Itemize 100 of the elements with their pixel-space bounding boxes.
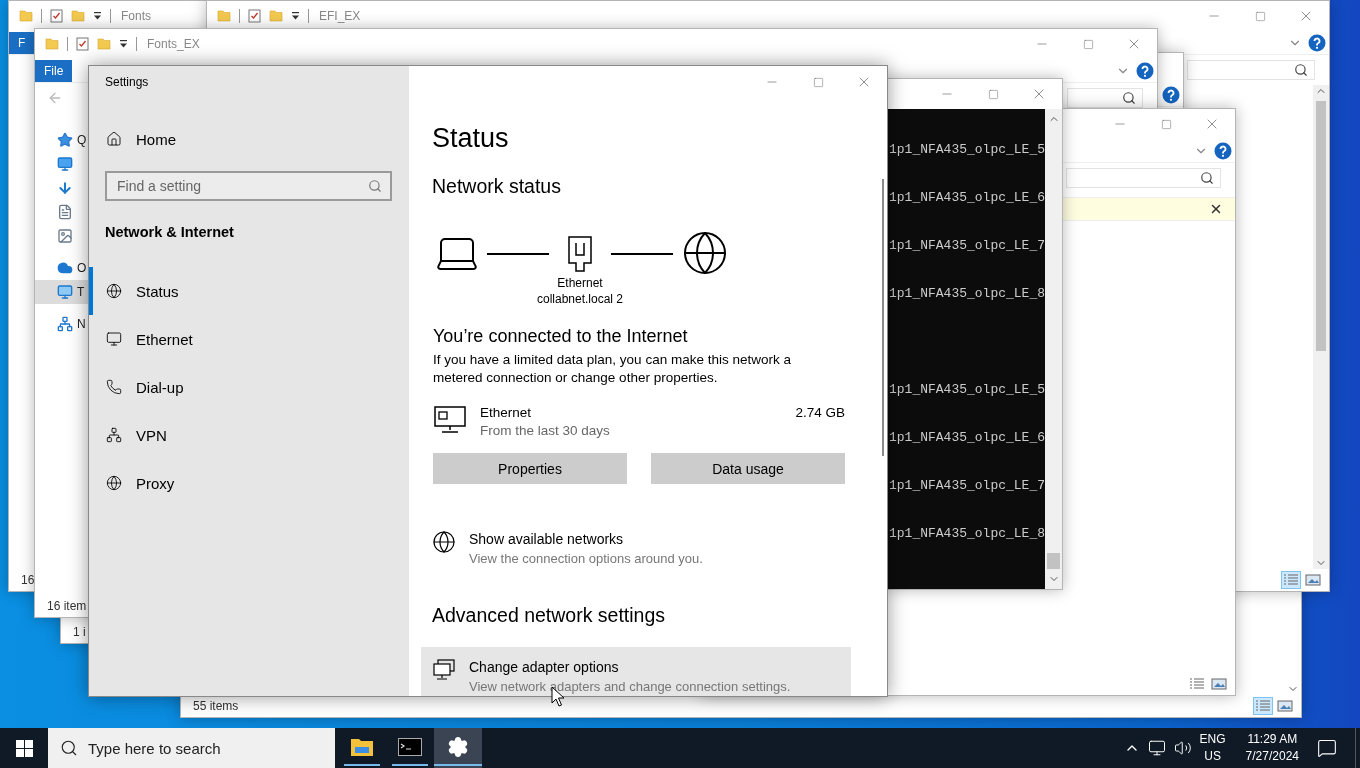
pc-icon	[57, 284, 73, 300]
link-subtitle: View network adapters and change connection settings.	[469, 678, 791, 696]
console-line: 1p1_NFA435_olpc_LE_6	[889, 429, 1045, 447]
folder-icon[interactable]	[217, 9, 231, 23]
scroll-bar[interactable]	[1045, 109, 1062, 589]
thumbnails-view-button[interactable]	[1275, 697, 1295, 715]
scroll-bar[interactable]	[1313, 85, 1329, 569]
network-icon	[57, 316, 73, 332]
nav-item[interactable]: N	[35, 312, 89, 336]
link-subtitle: View the connection options around you.	[469, 550, 703, 568]
thumbnail-image-icon	[1277, 699, 1293, 713]
search-field[interactable]	[1187, 60, 1315, 80]
file-tab[interactable]: File	[35, 59, 73, 82]
details-view-button[interactable]	[1281, 571, 1301, 589]
star-icon	[57, 132, 73, 148]
window-title: Fonts_EX	[147, 37, 200, 51]
thumbnail-image-icon	[1305, 573, 1321, 587]
action-button[interactable]: Properties	[433, 453, 627, 484]
customize-caret-icon[interactable]	[93, 11, 102, 21]
globe-icon	[432, 530, 456, 554]
settings-gear-icon	[447, 736, 469, 758]
taskbar-search-field[interactable]: Type here to search	[48, 728, 335, 768]
search-icon	[368, 179, 382, 193]
section-heading: Network status	[432, 174, 561, 199]
window-title: EFI_EX	[319, 9, 361, 23]
properties-icon[interactable]	[248, 9, 261, 23]
nav-label: O	[77, 261, 87, 275]
search-icon	[1122, 91, 1136, 105]
window-title: Fonts	[121, 9, 151, 23]
language-indicator[interactable]: ENG US	[1199, 731, 1226, 765]
nav-item[interactable]: Ethernet	[89, 315, 409, 363]
ethernet-monitor-icon	[434, 404, 468, 434]
connection-line	[487, 253, 549, 255]
picture-icon	[57, 228, 73, 244]
console-line: 1p1_NFA435_olpc_LE_7	[889, 237, 1045, 255]
nav-item[interactable]: Dial-up	[89, 363, 409, 411]
scroll-thumb[interactable]	[1316, 101, 1326, 351]
search-field[interactable]	[1067, 88, 1143, 108]
customize-caret-icon[interactable]	[119, 39, 128, 49]
new-folder-icon[interactable]	[71, 9, 85, 23]
usage-period: From the last 30 days	[480, 422, 611, 440]
globe-icon	[106, 283, 122, 299]
help-icon[interactable]	[1136, 61, 1154, 80]
console-line: 1p1_NFA435_olpc_LE_7	[889, 477, 1045, 495]
help-icon[interactable]	[1214, 141, 1232, 160]
nav-item[interactable]: Proxy	[89, 459, 409, 507]
notification-icon[interactable]	[1317, 738, 1337, 758]
volume-icon[interactable]	[1173, 739, 1192, 757]
document-icon	[57, 204, 73, 220]
section-heading: Network & Internet	[105, 223, 235, 242]
device-label: Ethernet	[557, 275, 603, 291]
settings-link[interactable]: Show available networks View the connection options around you.	[421, 530, 851, 568]
customize-caret-icon[interactable]	[291, 11, 300, 21]
scroll-bar[interactable]	[882, 179, 884, 456]
search-field[interactable]	[1066, 168, 1221, 188]
taskbar-app[interactable]	[434, 728, 482, 768]
nav-item[interactable]: T	[35, 280, 89, 304]
thumbnails-view-button[interactable]	[1303, 571, 1323, 589]
clock[interactable]: 11:29 AM 7/27/2024	[1245, 731, 1299, 765]
console-line: 1p1_NFA435_olpc_LE_8	[889, 285, 1045, 303]
phone-icon	[106, 379, 122, 395]
folder-icon[interactable]	[19, 9, 33, 23]
data-usage-amount: 2.74 GB	[795, 404, 845, 422]
search-icon	[1294, 63, 1308, 77]
console-line: 1p1_NFA435_olpc_LE_5	[889, 141, 1045, 159]
terminal-icon	[398, 738, 422, 756]
help-icon[interactable]	[1162, 85, 1180, 104]
globe-icon	[106, 475, 122, 491]
help-icon[interactable]	[1308, 33, 1326, 52]
scroll-thumb[interactable]	[1047, 553, 1060, 569]
page-title: Status	[432, 122, 509, 155]
properties-icon[interactable]	[76, 37, 89, 51]
nav-label: N	[77, 317, 86, 331]
details-view-button[interactable]	[1253, 697, 1273, 715]
settings-link[interactable]: Change adapter options View network adapters and change connection settings.	[421, 647, 851, 696]
details-list-icon	[1283, 573, 1299, 587]
network-icon[interactable]	[1147, 739, 1166, 757]
windows-logo-icon	[15, 739, 33, 757]
globe-icon	[681, 229, 729, 277]
search-field[interactable]: Find a setting	[105, 171, 392, 201]
home-icon	[106, 131, 122, 147]
nav-label: Q	[77, 133, 87, 147]
console-line: 1p1_NFA435_olpc_LE_6	[889, 189, 1045, 207]
nav-item[interactable]: VPN	[89, 411, 409, 459]
thumbnails-view-button[interactable]	[1209, 675, 1229, 693]
properties-icon[interactable]	[50, 9, 63, 23]
link-title: Show available networks	[469, 530, 625, 549]
nav-item[interactable]: Q	[35, 128, 89, 152]
close-icon[interactable]	[1209, 202, 1223, 216]
folder-icon[interactable]	[45, 37, 59, 51]
file-tab[interactable]: F	[9, 31, 35, 54]
home-link[interactable]: Home	[89, 115, 409, 163]
console-line: 1p1_NFA435_olpc_LE_5	[889, 381, 1045, 399]
nav-item[interactable]: O	[35, 256, 89, 280]
link-title: Change adapter options	[469, 658, 620, 677]
folder-icon	[350, 737, 374, 757]
action-button[interactable]: Data usage	[651, 453, 845, 484]
new-folder-icon[interactable]	[269, 9, 283, 23]
desktop-icon	[57, 156, 73, 172]
status-text: 16	[21, 573, 35, 587]
